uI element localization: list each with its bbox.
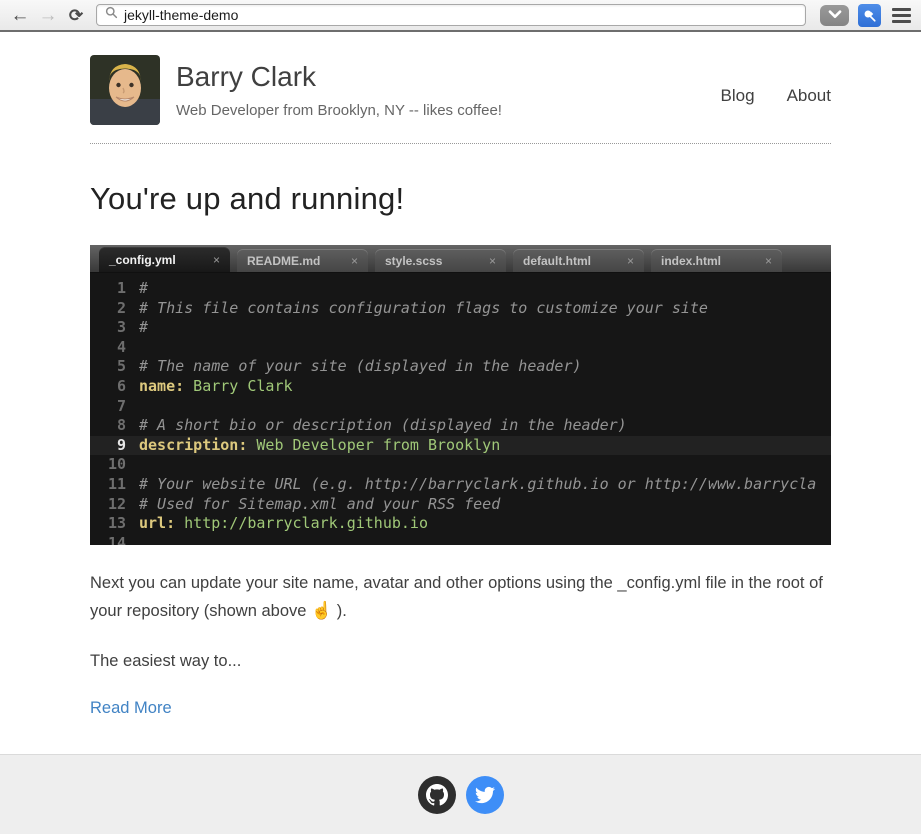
code-line: 7: [90, 397, 831, 417]
twitter-icon[interactable]: [466, 776, 504, 814]
github-icon[interactable]: [418, 776, 456, 814]
url-text: jekyll-theme-demo: [124, 7, 238, 23]
site-description: Web Developer from Brooklyn, NY -- likes…: [176, 102, 502, 119]
code-line: 2# This file contains configuration flag…: [90, 299, 831, 319]
tab-readme-md: README.md ×: [237, 249, 368, 272]
menu-icon[interactable]: [890, 6, 913, 25]
code-line: 13url: http://barryclark.github.io: [90, 514, 831, 534]
post-paragraph-2: The easiest way to...: [90, 648, 831, 675]
code-line: 1#: [90, 279, 831, 299]
post-paragraph-1: Next you can update your site name, avat…: [90, 570, 831, 625]
browser-toolbar: ← → ⟳ jekyll-theme-demo: [0, 0, 921, 32]
code-line: 8# A short bio or description (displayed…: [90, 416, 831, 436]
code-line: 3#: [90, 318, 831, 338]
code-editor-screenshot: _config.yml × README.md × style.scss × d…: [90, 245, 831, 545]
address-bar[interactable]: jekyll-theme-demo: [96, 4, 806, 26]
close-icon: ×: [489, 254, 496, 268]
code-line: 11# Your website URL (e.g. http://barryc…: [90, 475, 831, 495]
refresh-icon[interactable]: ⟳: [62, 7, 90, 24]
code-line: 6name: Barry Clark: [90, 377, 831, 397]
read-more-link[interactable]: Read More: [90, 699, 172, 718]
nav-link-blog[interactable]: Blog: [721, 86, 755, 106]
tab-default-html: default.html ×: [513, 249, 644, 272]
editor-tab-bar: _config.yml × README.md × style.scss × d…: [90, 245, 831, 273]
code-line: 5# The name of your site (displayed in t…: [90, 357, 831, 377]
close-icon: ×: [765, 254, 772, 268]
tab-label: index.html: [661, 254, 721, 268]
code-line: 14: [90, 534, 831, 545]
site-nav: Blog About: [721, 86, 831, 106]
code-line: 4: [90, 338, 831, 358]
avatar[interactable]: [90, 55, 160, 125]
search-icon: [105, 6, 118, 24]
close-icon: ×: [351, 254, 358, 268]
back-icon[interactable]: ←: [6, 6, 34, 25]
site-header: Barry Clark Web Developer from Brooklyn,…: [90, 32, 831, 125]
site-title[interactable]: Barry Clark: [176, 61, 502, 93]
pushpin-icon[interactable]: [858, 4, 881, 27]
forward-icon[interactable]: →: [34, 6, 62, 25]
pocket-icon[interactable]: [820, 5, 849, 26]
code-line-current: 9description: Web Developer from Brookly…: [90, 436, 831, 456]
tab-label: _config.yml: [109, 253, 176, 267]
close-icon: ×: [213, 253, 220, 267]
tab-label: README.md: [247, 254, 320, 268]
paragraph-text: Next you can update your site name, avat…: [90, 574, 823, 620]
tab-index-html: index.html ×: [651, 249, 782, 272]
point-up-emoji: ☝: [311, 601, 332, 620]
nav-link-about[interactable]: About: [787, 86, 831, 106]
paragraph-text: ).: [332, 602, 347, 620]
code-line: 10: [90, 455, 831, 475]
header-divider: [90, 143, 831, 144]
tab-label: default.html: [523, 254, 591, 268]
site-footer: [0, 754, 921, 834]
code-line: 12# Used for Sitemap.xml and your RSS fe…: [90, 495, 831, 515]
tab-style-scss: style.scss ×: [375, 249, 506, 272]
close-icon: ×: [627, 254, 634, 268]
tab-label: style.scss: [385, 254, 442, 268]
code-area: 1# 2# This file contains configuration f…: [90, 273, 831, 545]
post-title: You're up and running!: [90, 181, 831, 217]
tab-config-yml: _config.yml ×: [99, 247, 230, 272]
